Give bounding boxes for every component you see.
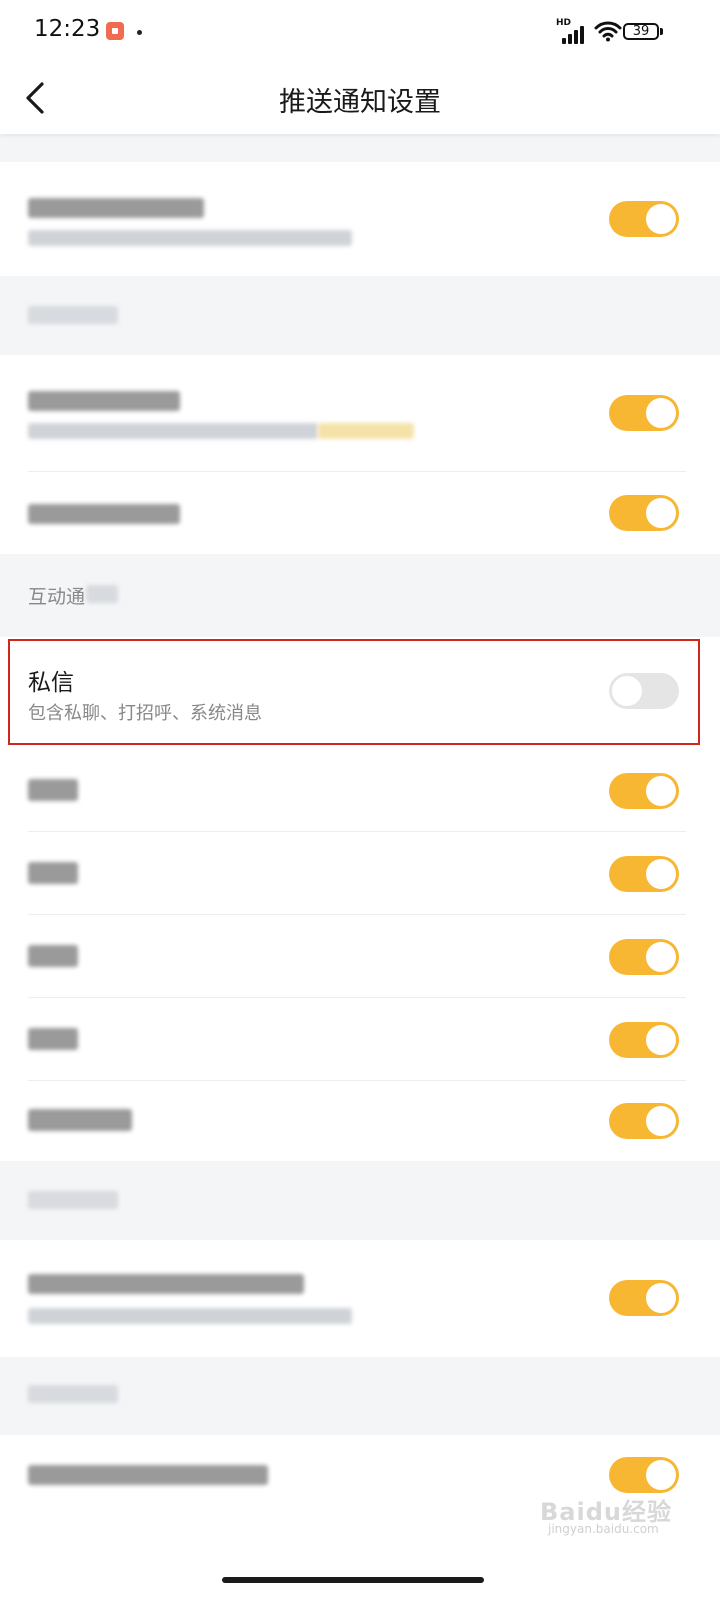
section-header-redacted	[28, 1385, 118, 1403]
toggle-switch-5[interactable]	[609, 773, 679, 809]
notification-dot-icon	[137, 30, 142, 35]
setting-row-10[interactable]	[0, 1240, 720, 1357]
watermark-domain: jingyan.baidu.com	[548, 1522, 659, 1536]
toggle-switch-7[interactable]	[609, 939, 679, 975]
wifi-icon	[594, 21, 622, 42]
highlight-box	[8, 639, 700, 745]
setting-row-6[interactable]	[0, 832, 720, 914]
redacted-highlight	[318, 423, 414, 439]
redacted-description	[28, 423, 318, 439]
redacted-title	[28, 504, 180, 524]
redacted-title	[28, 1028, 78, 1050]
redacted-title	[28, 945, 78, 967]
redacted-title	[28, 862, 78, 884]
setting-row-9[interactable]	[0, 1081, 720, 1161]
nav-bar: 推送通知设置	[0, 64, 720, 134]
redacted-description	[28, 230, 352, 246]
settings-card-4	[0, 1240, 720, 1357]
screen-record-icon	[106, 22, 124, 40]
toggle-switch-9[interactable]	[609, 1103, 679, 1139]
section-header-interaction: 互动通	[28, 586, 86, 608]
section-header-redacted	[28, 1191, 118, 1209]
settings-card-1	[0, 162, 720, 276]
redacted-title	[28, 198, 204, 218]
battery-tip	[660, 28, 663, 35]
status-bar: 12:23 HD 39	[0, 0, 720, 64]
toggle-switch-6[interactable]	[609, 856, 679, 892]
redacted-description	[28, 1308, 352, 1324]
setting-row-2[interactable]	[0, 355, 720, 471]
redacted-title	[28, 391, 180, 411]
setting-row-5[interactable]	[0, 747, 720, 830]
redacted-title	[28, 1274, 304, 1294]
settings-card-2	[0, 355, 720, 554]
setting-row-3[interactable]	[0, 472, 720, 554]
toggle-switch-10[interactable]	[609, 1280, 679, 1316]
setting-row-8[interactable]	[0, 998, 720, 1080]
signal-icon	[556, 20, 586, 44]
battery-icon: 39	[623, 23, 659, 40]
toggle-switch-1[interactable]	[609, 201, 679, 237]
redacted-title	[28, 779, 78, 801]
toggle-switch-3[interactable]	[609, 495, 679, 531]
redacted-title	[28, 1465, 268, 1485]
status-time: 12:23	[34, 16, 101, 42]
toggle-switch-8[interactable]	[609, 1022, 679, 1058]
toggle-switch-11[interactable]	[609, 1457, 679, 1493]
redacted-header-suffix	[86, 585, 118, 603]
home-indicator[interactable]	[222, 1577, 484, 1583]
section-header-redacted	[28, 306, 118, 324]
toggle-switch-2[interactable]	[609, 395, 679, 431]
redacted-title	[28, 1109, 132, 1131]
setting-row-1[interactable]	[0, 162, 720, 276]
setting-row-7[interactable]	[0, 915, 720, 997]
page-title: 推送通知设置	[279, 87, 441, 118]
